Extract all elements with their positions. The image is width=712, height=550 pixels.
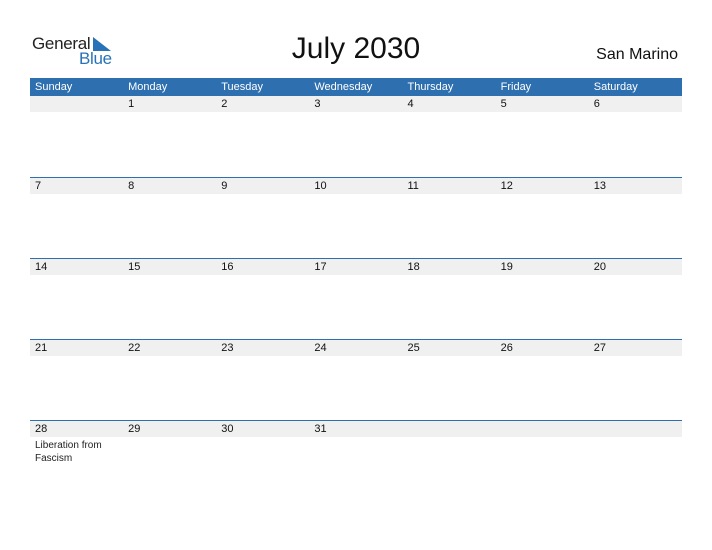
week-row: 14 15 16 17 18 19 20	[30, 258, 682, 339]
weekday-friday: Friday	[500, 81, 532, 93]
holiday-event	[309, 112, 402, 114]
day-number: 12	[500, 180, 513, 192]
day-number: 22	[128, 342, 141, 354]
holiday-event	[496, 194, 589, 196]
events-row	[30, 275, 682, 277]
holiday-event	[123, 112, 216, 114]
holiday-event	[403, 112, 496, 114]
events-row	[30, 194, 682, 196]
holiday-event	[216, 437, 309, 465]
holiday-event	[123, 356, 216, 358]
events-row	[30, 356, 682, 358]
holiday-event	[589, 437, 682, 465]
day-number: 28	[35, 423, 48, 435]
day-number	[589, 421, 682, 437]
holiday-event	[589, 275, 682, 277]
day-number: 13	[593, 180, 606, 192]
date-row: 21 22 23 24 25 26 27	[30, 340, 682, 356]
week-row: 28 29 30 31 Liberation from Fascism	[30, 420, 682, 501]
weekday-header: Sunday Monday Tuesday Wednesday Thursday…	[30, 78, 682, 96]
day-number: 5	[500, 98, 507, 110]
day-number: 3	[314, 98, 321, 110]
day-number: 26	[500, 342, 513, 354]
holiday-event	[589, 112, 682, 114]
day-number: 19	[500, 261, 513, 273]
day-number: 20	[593, 261, 606, 273]
day-number: 9	[221, 180, 228, 192]
holiday-event	[30, 356, 123, 358]
day-number: 18	[407, 261, 420, 273]
day-number: 27	[593, 342, 606, 354]
holiday-event	[216, 112, 309, 114]
week-row: 7 8 9 10 11 12 13	[30, 177, 682, 258]
date-row: 14 15 16 17 18 19 20	[30, 259, 682, 275]
day-number: 1	[128, 98, 135, 110]
holiday-event	[496, 437, 589, 465]
holiday-event	[30, 112, 123, 114]
country-label: San Marino	[596, 46, 678, 63]
day-number: 30	[221, 423, 234, 435]
holiday-event	[309, 437, 402, 465]
holiday-event	[123, 194, 216, 196]
holiday-event	[403, 194, 496, 196]
day-number: 15	[128, 261, 141, 273]
date-row: 7 8 9 10 11 12 13	[30, 178, 682, 194]
weekday-thursday: Thursday	[407, 81, 454, 93]
week-row: 1 2 3 4 5 6	[30, 96, 682, 177]
events-row	[30, 112, 682, 114]
day-number: 11	[407, 180, 419, 192]
holiday-event	[216, 194, 309, 196]
day-number	[496, 421, 589, 437]
holiday-event	[496, 275, 589, 277]
day-number: 2	[221, 98, 228, 110]
holiday-event	[589, 356, 682, 358]
day-number: 23	[221, 342, 234, 354]
day-number: 14	[35, 261, 48, 273]
holiday-event	[123, 275, 216, 277]
day-number: 25	[407, 342, 420, 354]
weekday-wednesday: Wednesday	[314, 81, 373, 93]
holiday-event	[496, 112, 589, 114]
day-number: 24	[314, 342, 327, 354]
holiday-event	[403, 437, 496, 465]
weekday-tuesday: Tuesday	[221, 81, 264, 93]
holiday-event	[30, 194, 123, 196]
holiday-event	[403, 356, 496, 358]
weekday-saturday: Saturday	[593, 81, 638, 93]
holiday-event	[309, 194, 402, 196]
day-number: 6	[593, 98, 600, 110]
weekday-sunday: Sunday	[35, 81, 73, 93]
day-number: 31	[314, 423, 327, 435]
holiday-event	[403, 275, 496, 277]
holiday-event	[123, 437, 216, 465]
day-number: 7	[35, 180, 42, 192]
day-number: 10	[314, 180, 327, 192]
holiday-event	[30, 275, 123, 277]
holiday-event	[309, 356, 402, 358]
date-row: 1 2 3 4 5 6	[30, 96, 682, 112]
holiday-event	[309, 275, 402, 277]
day-number: 4	[407, 98, 414, 110]
holiday-event: Liberation from Fascism	[35, 440, 102, 464]
day-number: 16	[221, 261, 234, 273]
date-row: 28 29 30 31	[30, 421, 682, 437]
holiday-event	[216, 356, 309, 358]
day-number: 29	[128, 423, 141, 435]
holiday-event	[496, 356, 589, 358]
holiday-event	[216, 275, 309, 277]
events-row: Liberation from Fascism	[30, 437, 682, 465]
calendar-grid: Sunday Monday Tuesday Wednesday Thursday…	[30, 78, 682, 501]
day-number	[30, 96, 123, 112]
week-row: 21 22 23 24 25 26 27	[30, 339, 682, 420]
holiday-event	[589, 194, 682, 196]
weekday-monday: Monday	[128, 81, 168, 93]
day-number: 17	[314, 261, 327, 273]
day-number: 8	[128, 180, 135, 192]
day-number: 21	[35, 342, 48, 354]
day-number	[403, 421, 496, 437]
